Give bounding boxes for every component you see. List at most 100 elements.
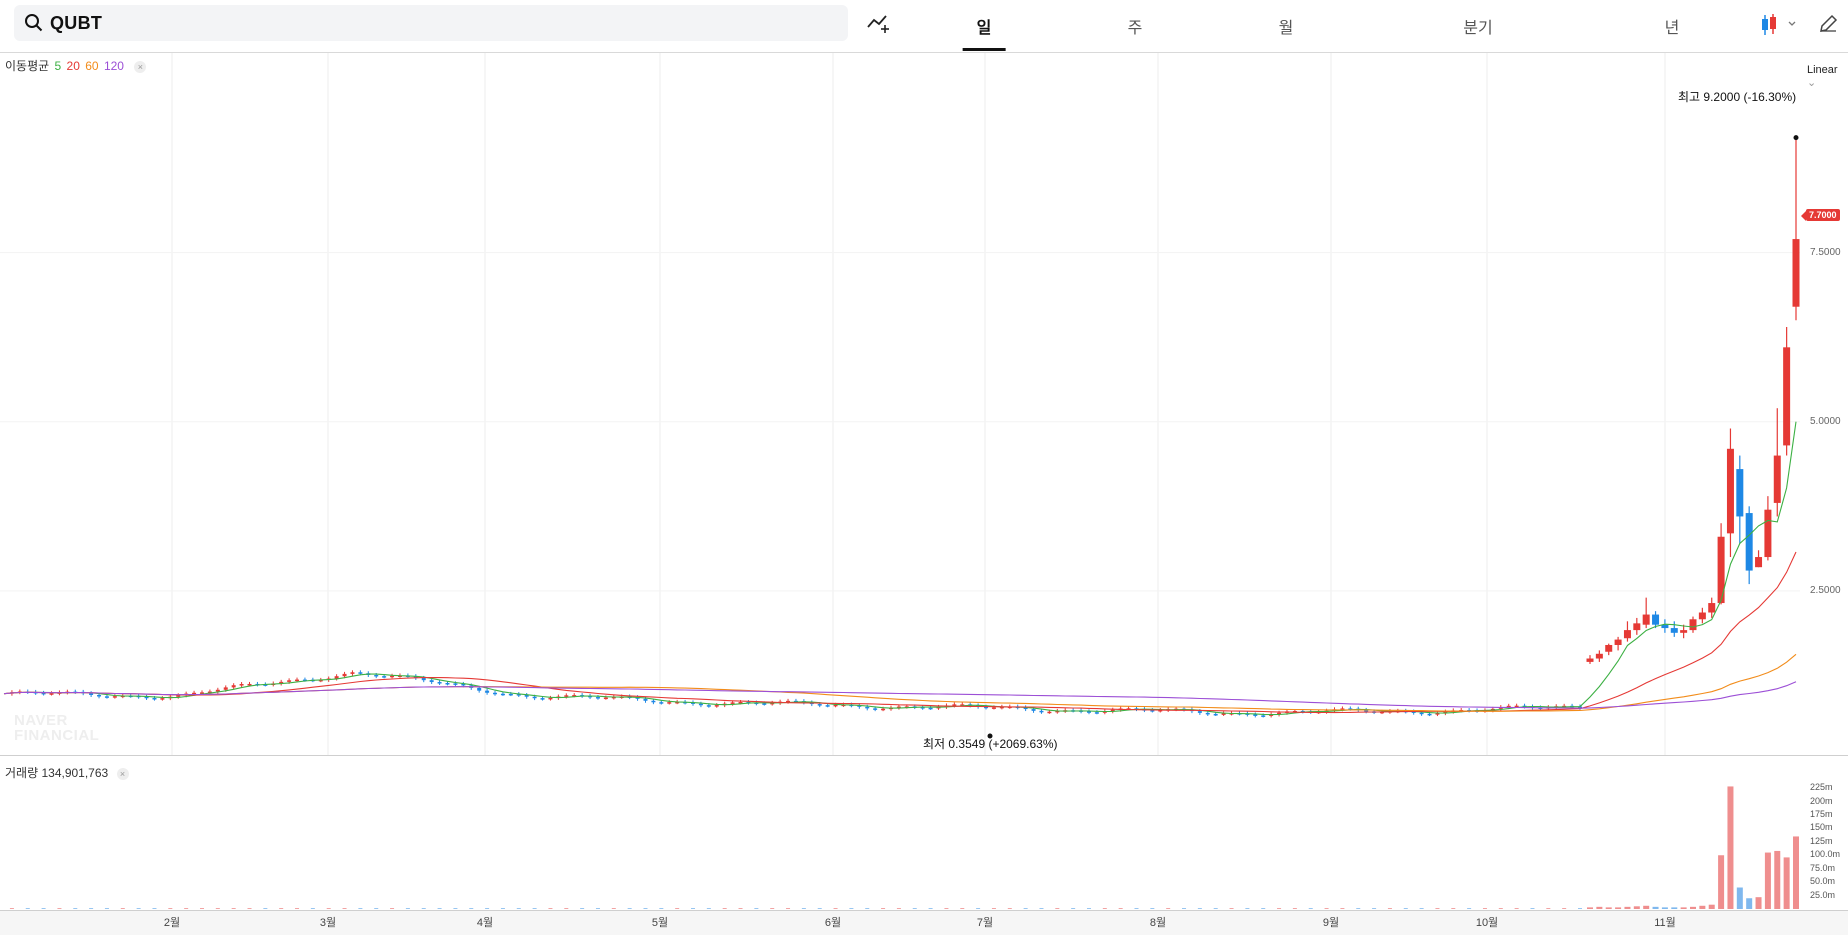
candle-body bbox=[1670, 628, 1678, 633]
candle-body bbox=[485, 690, 490, 693]
volume-bar bbox=[896, 908, 901, 909]
candle-body bbox=[762, 703, 767, 705]
volume-bar bbox=[1727, 786, 1734, 909]
volume-bar bbox=[1661, 907, 1668, 909]
volume-bar bbox=[1102, 908, 1107, 909]
tab-year[interactable]: 년 bbox=[1665, 14, 1680, 38]
candle-body bbox=[437, 682, 442, 684]
price-tick-label: 2.5000 bbox=[1810, 584, 1841, 596]
volume-bar bbox=[1615, 907, 1622, 909]
month-tick-label: 3월 bbox=[319, 917, 337, 929]
candle-body bbox=[659, 702, 664, 704]
candle-body bbox=[817, 704, 822, 706]
candle-body bbox=[453, 683, 458, 685]
month-tick-label: 11월 bbox=[1654, 917, 1676, 929]
add-indicator-icon[interactable] bbox=[866, 10, 892, 36]
volume-bar bbox=[1372, 908, 1377, 909]
volume-bar bbox=[1633, 906, 1640, 909]
volume-bar bbox=[1643, 905, 1650, 909]
candle-body bbox=[287, 680, 292, 682]
volume-bar bbox=[310, 908, 315, 909]
candle-body bbox=[651, 700, 656, 703]
volume-bar bbox=[453, 908, 458, 909]
candle-body bbox=[223, 687, 228, 690]
pencil-icon[interactable] bbox=[1818, 14, 1838, 34]
tab-week-label: 주 bbox=[1127, 20, 1143, 37]
candle-body bbox=[532, 696, 537, 699]
volume-bar bbox=[928, 908, 933, 909]
tab-month[interactable]: 월 bbox=[1279, 14, 1294, 38]
tab-quarter[interactable]: 분기 bbox=[1463, 14, 1492, 38]
candle-body bbox=[714, 705, 719, 707]
volume-bar bbox=[1562, 908, 1567, 909]
volume-bar bbox=[1134, 908, 1139, 909]
volume-bar bbox=[1387, 908, 1392, 909]
volume-bar bbox=[1482, 908, 1487, 909]
candle-body bbox=[595, 697, 600, 699]
volume-bar bbox=[1245, 908, 1250, 909]
candle-body bbox=[1031, 709, 1036, 711]
search-symbol[interactable]: QUBT bbox=[50, 13, 102, 34]
volume-bar bbox=[1736, 887, 1743, 909]
candle-body bbox=[1736, 469, 1744, 517]
volume-tick-label: 150m bbox=[1810, 822, 1833, 833]
candle-body bbox=[865, 706, 870, 709]
volume-bar bbox=[1764, 852, 1771, 909]
volume-bar bbox=[643, 908, 648, 909]
volume-bar bbox=[136, 908, 141, 909]
volume-bar bbox=[1746, 898, 1753, 909]
volume-tick-label: 175m bbox=[1810, 808, 1833, 819]
volume-bar bbox=[1324, 908, 1329, 909]
volume-bar bbox=[405, 908, 410, 909]
candle-body bbox=[152, 697, 157, 700]
candle-body bbox=[1708, 603, 1716, 613]
volume-bar bbox=[1261, 908, 1266, 909]
volume-chart[interactable] bbox=[0, 756, 1848, 910]
tab-day[interactable]: 일 bbox=[962, 14, 1006, 51]
candle-body bbox=[1253, 714, 1258, 716]
volume-bar bbox=[263, 908, 268, 909]
volume-bar bbox=[548, 908, 553, 909]
candle-body bbox=[97, 694, 102, 697]
volume-bar bbox=[675, 908, 680, 909]
chart-type-candle-icon[interactable] bbox=[1760, 13, 1800, 37]
candle-body bbox=[1427, 713, 1432, 716]
price-chart[interactable] bbox=[0, 53, 1848, 755]
top-toolbar: QUBT 일 주 월 분기 년 bbox=[0, 0, 1848, 53]
candle-body bbox=[1698, 612, 1706, 620]
high-marker bbox=[1793, 135, 1799, 141]
volume-bar bbox=[25, 908, 30, 909]
volume-bar bbox=[437, 908, 442, 909]
volume-bar bbox=[1292, 908, 1297, 909]
candle-body bbox=[104, 696, 109, 698]
candle-body bbox=[1792, 239, 1800, 307]
volume-bar bbox=[1690, 906, 1696, 909]
candle-body bbox=[247, 683, 252, 686]
volume-bar bbox=[817, 908, 822, 909]
tab-week[interactable]: 주 bbox=[1128, 14, 1143, 38]
volume-bar bbox=[1419, 908, 1424, 909]
candle-body bbox=[1633, 623, 1641, 631]
volume-bar bbox=[627, 908, 632, 909]
volume-tick-label: 125m bbox=[1810, 835, 1833, 846]
volume-bar bbox=[73, 908, 78, 909]
volume-bar bbox=[564, 908, 569, 909]
volume-bar bbox=[865, 908, 870, 909]
candle-body bbox=[1614, 639, 1622, 645]
volume-bar bbox=[1435, 908, 1440, 909]
candle-body bbox=[1642, 614, 1650, 625]
candle-body bbox=[445, 682, 450, 685]
candle-body bbox=[421, 677, 426, 681]
tab-day-label: 일 bbox=[976, 20, 992, 37]
search-bar[interactable]: QUBT bbox=[14, 5, 848, 41]
volume-bar bbox=[231, 908, 236, 909]
volume-bar bbox=[469, 908, 474, 909]
volume-bar bbox=[500, 908, 505, 909]
volume-bar bbox=[1514, 908, 1519, 909]
candle-body bbox=[1605, 644, 1613, 652]
candle-body bbox=[500, 693, 505, 696]
candle-body bbox=[603, 697, 608, 700]
volume-bar bbox=[1166, 908, 1171, 909]
volume-bar bbox=[960, 908, 965, 909]
tab-year-label: 년 bbox=[1664, 20, 1680, 37]
